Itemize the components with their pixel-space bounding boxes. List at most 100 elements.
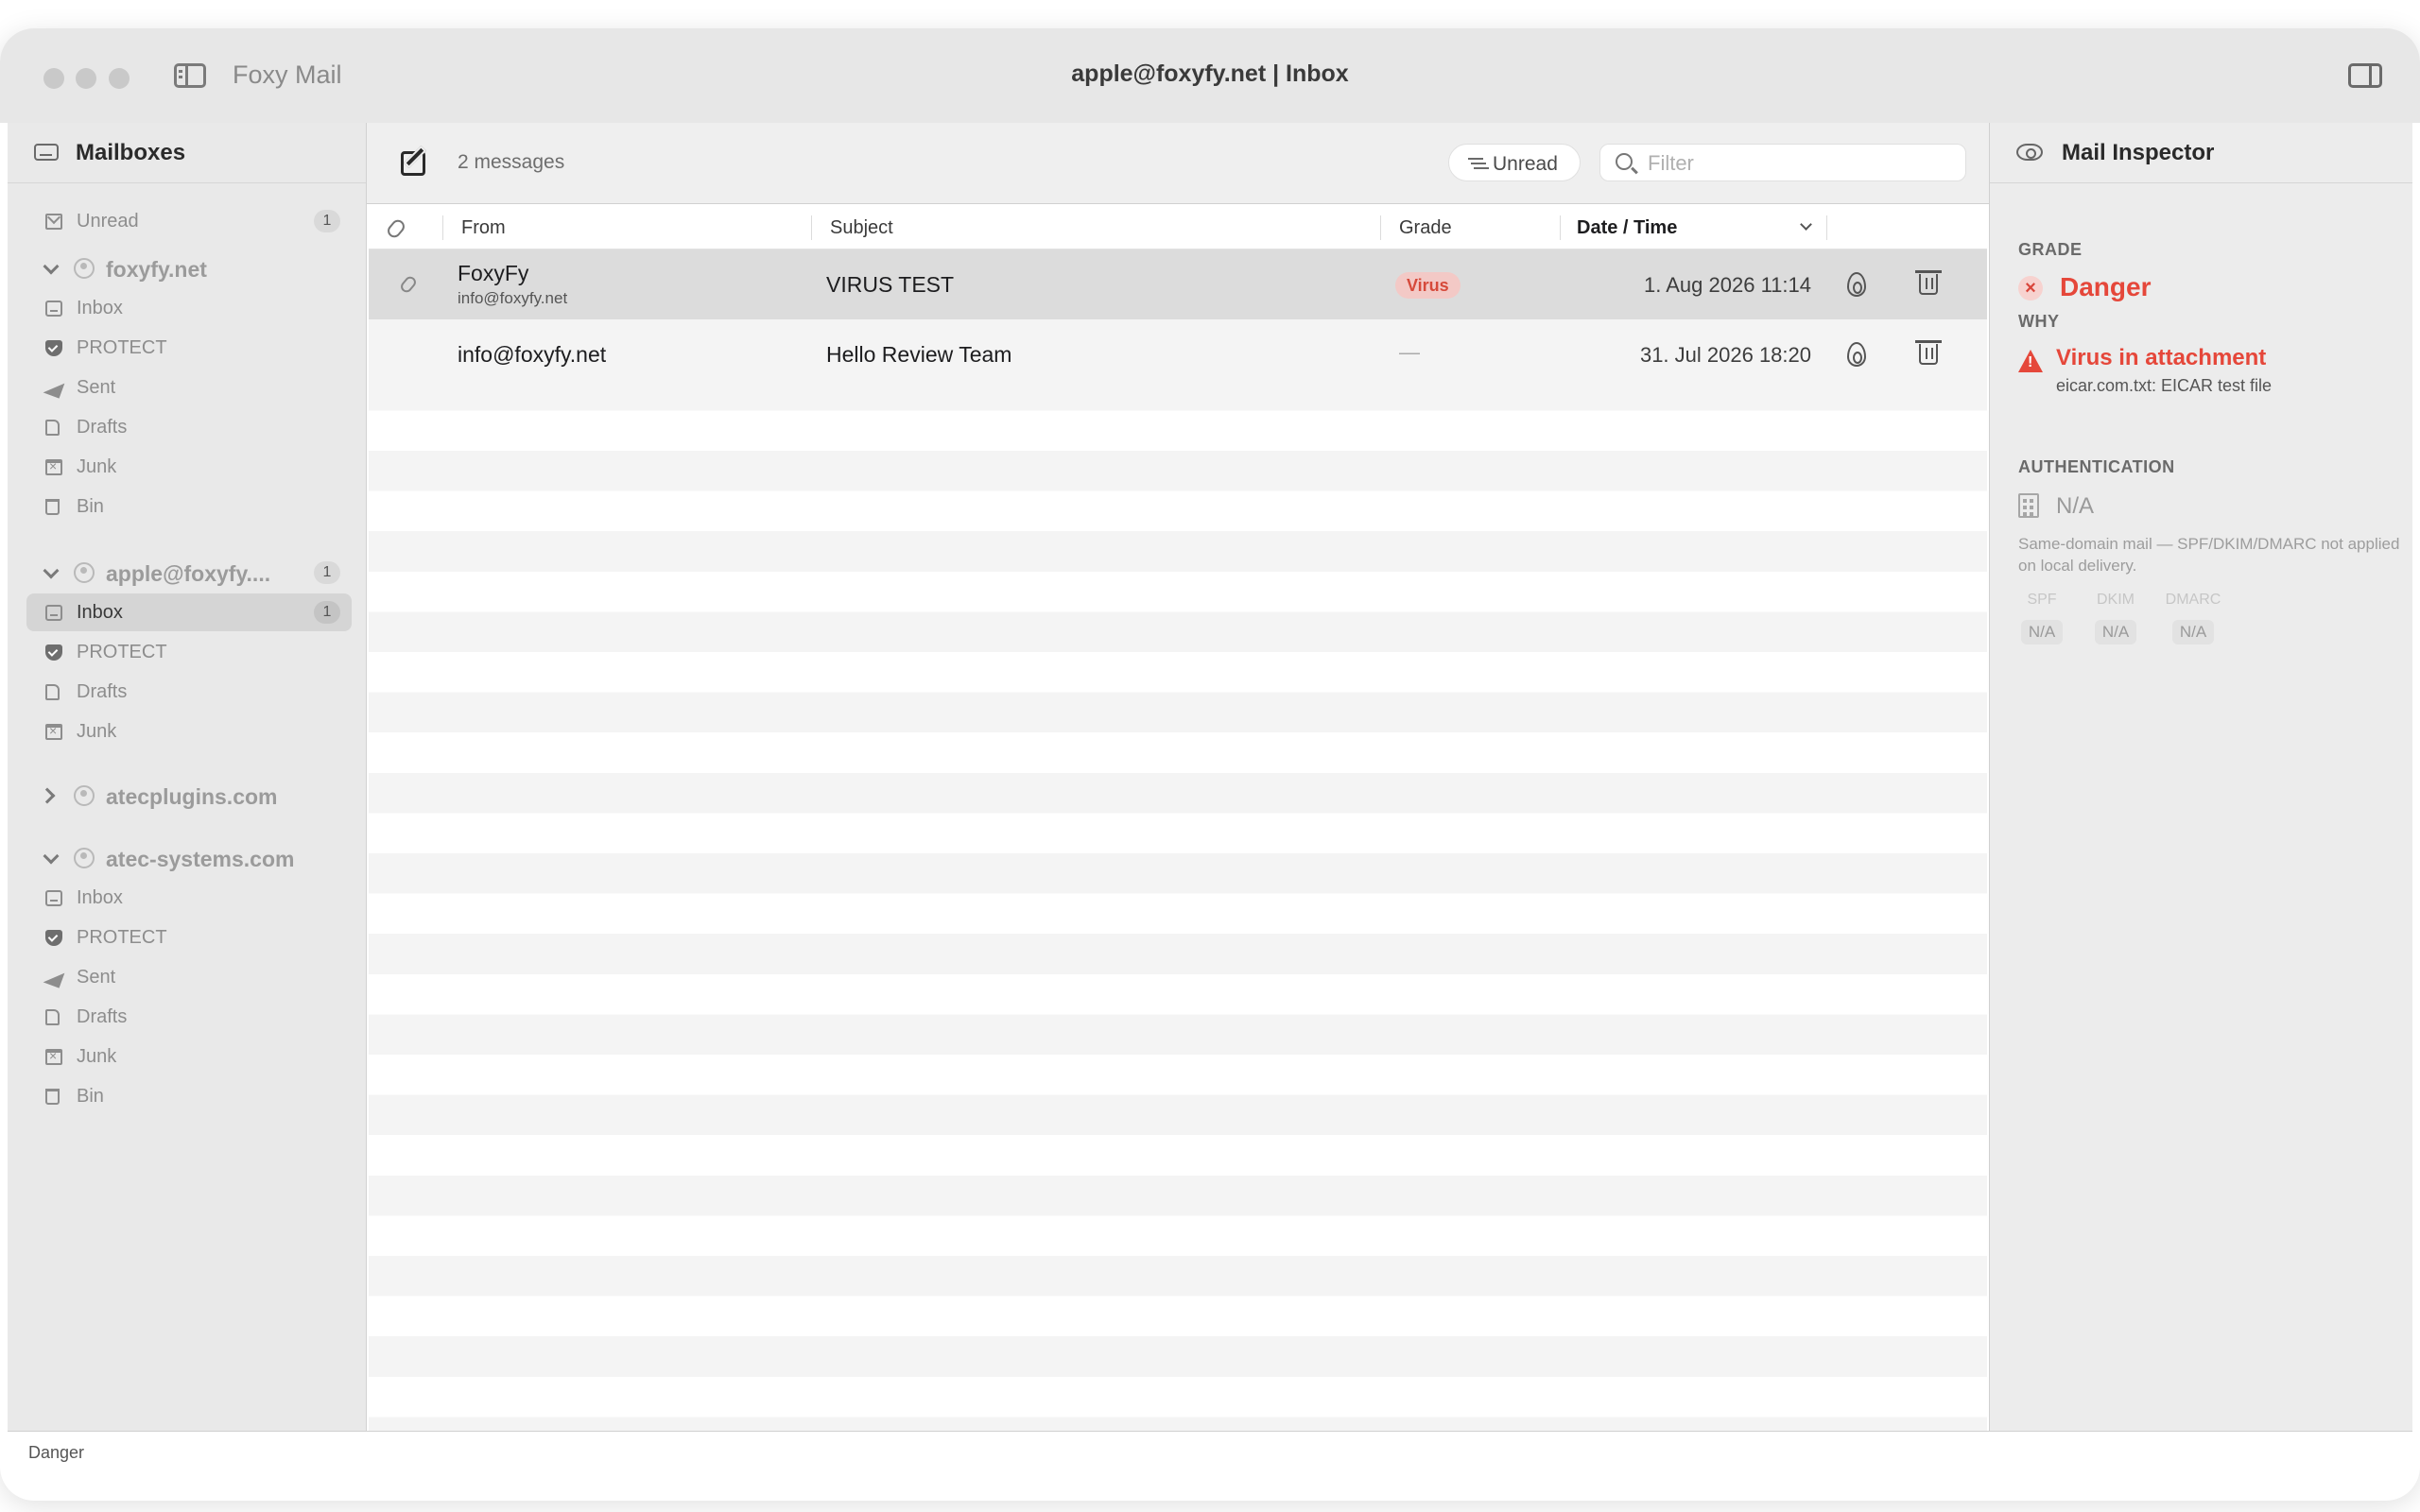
title-bar: Foxy Mail apple@foxyfy.net | Inbox [0,28,2420,123]
sidebar-item-inbox[interactable]: Inbox [26,879,352,917]
unread-filter-button[interactable]: Unread [1448,144,1581,181]
account-group-apple[interactable]: apple@foxyfy.... 1 [26,552,352,593]
sidebar-item-label: Drafts [77,1006,128,1027]
grade-value: Danger [2060,272,2152,301]
account-group-atecplugins[interactable]: atecplugins.com [26,775,352,816]
filter-input[interactable] [1648,150,1950,177]
chevron-right-icon[interactable] [39,787,56,804]
sidebar-item-label: Drafts [77,417,128,438]
junk-icon [45,1048,62,1065]
account-icon [74,785,95,806]
burn-icon[interactable] [1847,272,1866,297]
sidebar-item-junk[interactable]: Junk [26,1038,352,1075]
inspector-title: Mail Inspector [2062,140,2215,165]
column-from[interactable]: From [461,206,506,249]
attachment-icon [398,274,419,295]
column-separator[interactable] [811,215,812,240]
account-group-atec-systems[interactable]: atec-systems.com [26,837,352,879]
column-separator[interactable] [1826,215,1827,240]
warning-icon [2018,350,2043,372]
sent-icon [43,967,65,988]
sidebar-item-label: PROTECT [77,337,167,358]
account-group-foxyfy-net[interactable]: foxyfy.net [26,248,352,289]
chevron-down-icon[interactable] [43,848,60,865]
shield-icon [45,340,62,356]
attachment-column-icon[interactable] [385,216,407,241]
sidebar-item-inbox[interactable]: Inbox 1 [26,593,352,631]
column-subject[interactable]: Subject [830,206,893,249]
message-date: 1. Aug 2026 11:14 [1644,273,1811,297]
sidebar-title: Mailboxes [76,140,186,165]
sidebar-item-junk[interactable]: Junk [26,713,352,750]
sidebar-item-sent[interactable]: Sent [26,958,352,996]
sort-chevron-icon[interactable] [1800,218,1812,231]
message-list-pane: 2 messages Unread From Subject Grade Dat… [367,123,1989,1431]
sidebar-item-label: Sent [77,967,116,988]
grade-empty: — [1399,340,1420,364]
sidebar-item-label: Drafts [77,681,128,702]
filter-lines-icon [1468,158,1483,160]
compose-icon[interactable] [401,151,425,176]
window-title: apple@foxyfy.net | Inbox [1071,60,1349,87]
check-name: DMARC [2165,592,2221,608]
status-text: Danger [28,1443,85,1462]
column-grade[interactable]: Grade [1399,206,1452,249]
burn-icon[interactable] [1847,342,1866,367]
trash-icon[interactable] [1915,340,1942,365]
message-row[interactable]: FoxyFy info@foxyfy.net VIRUS TEST Virus … [369,249,1987,319]
sidebar-item-bin[interactable]: Bin [26,1077,352,1115]
sidebar-item-label: Inbox [77,887,123,908]
account-unread-badge: 1 [314,561,340,584]
column-separator[interactable] [442,215,443,240]
account-icon [74,562,95,583]
sidebar-item-protect[interactable]: PROTECT [26,919,352,956]
unread-mail-icon [45,214,62,230]
toggle-inspector-icon[interactable] [2348,63,2382,88]
sidebar-item-label: Bin [77,1086,104,1107]
column-date[interactable]: Date / Time [1577,206,1677,249]
dmarc-check: DMARC N/A [2160,592,2226,644]
sidebar-item-label: Junk [77,456,117,477]
authentication-label: AUTHENTICATION [2018,457,2175,476]
sidebar-item-label: Inbox [77,602,123,623]
check-value: N/A [2171,620,2215,644]
sidebar-item-label: Unread [77,211,139,232]
check-value: N/A [2020,620,2064,644]
sidebar-item-inbox[interactable]: Inbox [26,289,352,327]
sidebar-item-sent[interactable]: Sent [26,369,352,406]
sidebar-item-label: Bin [77,496,104,517]
drafts-icon [45,684,60,700]
filter-field[interactable] [1599,144,1966,181]
message-subject: Hello Review Team [826,342,1012,367]
sidebar-item-drafts[interactable]: Drafts [26,998,352,1036]
bin-icon [45,499,60,515]
trash-icon[interactable] [1915,270,1942,295]
chevron-down-icon[interactable] [43,562,60,579]
message-row[interactable]: info@foxyfy.net Hello Review Team — 31. … [369,319,1987,389]
mailbox-tray-icon [34,144,59,161]
shield-icon [45,644,62,661]
why-label: WHY [2018,312,2060,331]
bin-icon [45,1089,60,1105]
drafts-icon [45,1009,60,1025]
sidebar-item-bin[interactable]: Bin [26,488,352,525]
search-icon [1616,153,1633,170]
sidebar-item-protect[interactable]: PROTECT [26,329,352,367]
sidebar-item-protect[interactable]: PROTECT [26,633,352,671]
chevron-down-icon[interactable] [43,258,60,275]
sidebar-item-junk[interactable]: Junk [26,448,352,486]
sidebar-item-drafts[interactable]: Drafts [26,673,352,711]
why-value: Virus in attachment [2056,345,2267,370]
message-from: FoxyFy [458,261,529,285]
account-icon [74,258,95,279]
check-name: SPF [2027,592,2057,608]
sidebar-item-unread[interactable]: Unread 1 [26,202,352,240]
mailbox-sidebar: Mailboxes Unread 1 foxyfy.net Inbox PROT… [8,123,367,1431]
sidebar-item-label: Inbox [77,298,123,318]
column-separator[interactable] [1380,215,1381,240]
sidebar-item-drafts[interactable]: Drafts [26,408,352,446]
sidebar-header: Mailboxes [8,123,366,183]
sidebar-item-label: Junk [77,1046,117,1067]
column-separator[interactable] [1560,215,1561,240]
dkim-check: DKIM N/A [2083,592,2149,644]
